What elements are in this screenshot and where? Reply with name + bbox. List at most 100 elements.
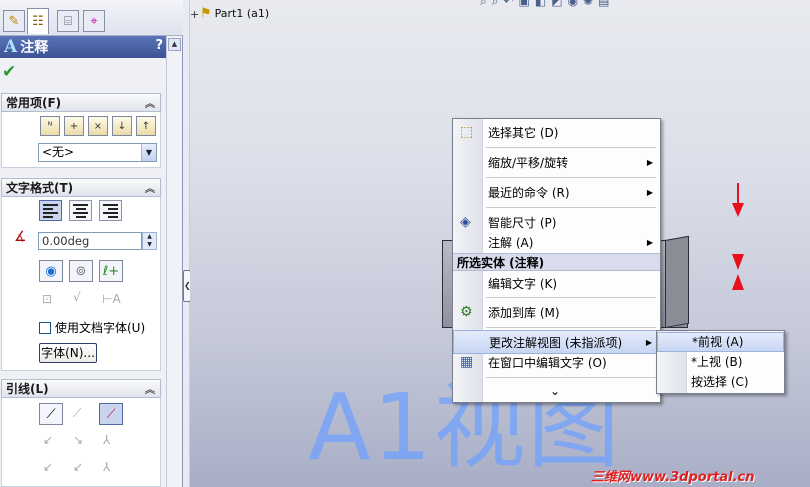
menu-item-label: 更改注解视图 (未指派项) xyxy=(489,335,623,350)
property-manager-tab[interactable]: ☷ xyxy=(27,8,49,34)
leader-bent-attach-icon: ↙ xyxy=(73,460,84,474)
previous-view-icon[interactable]: ↶ xyxy=(503,0,513,8)
collapse-icon[interactable]: ︽ xyxy=(145,381,155,396)
use-doc-font-label: 使用文档字体(U) xyxy=(55,321,146,335)
collapse-icon[interactable]: ︽ xyxy=(145,95,155,110)
delete-style-icon[interactable]: × xyxy=(88,116,108,136)
menu-separator xyxy=(486,207,656,208)
align-center-button[interactable] xyxy=(69,200,92,221)
panel-scrollbar[interactable]: ▲ xyxy=(166,36,182,487)
leader-underline-icon: ⅄ xyxy=(103,460,111,474)
submenu-item-front[interactable]: *前视 (A) xyxy=(657,332,784,352)
leader-straight-icon[interactable]: ⟋ xyxy=(39,403,63,425)
hide-show-icon[interactable]: ◉ xyxy=(568,0,578,8)
menu-item-annotations[interactable]: 注解 (A) ▶ xyxy=(453,230,660,254)
insert-hyperlink-icon[interactable]: ◉ xyxy=(39,260,63,282)
feature-tree-icon: ✎ xyxy=(8,13,20,29)
leader-left-icon: ↙ xyxy=(43,433,54,447)
zoom-fit-icon[interactable]: ⌕ xyxy=(480,0,487,8)
no-leader-icon[interactable]: ⟋ xyxy=(99,403,123,425)
section-leader-header[interactable]: 引线(L) ︽ xyxy=(1,379,161,398)
style-select-value: <无> xyxy=(42,145,75,159)
configuration-icon: ⌸ xyxy=(64,13,72,29)
part-icon: ⚑ xyxy=(200,6,212,21)
feature-manager-tab[interactable]: ✎ xyxy=(3,10,25,32)
add-symbol-icon[interactable]: ℓ+ xyxy=(99,260,123,282)
align-left-button[interactable] xyxy=(39,200,62,221)
chevron-down-icon: ⌄ xyxy=(550,384,561,398)
select-other-icon: ⬚ xyxy=(460,124,474,140)
use-doc-font-checkbox[interactable] xyxy=(39,321,51,334)
scroll-up-icon[interactable]: ▲ xyxy=(168,38,181,51)
lock-note-icon: ⊡ xyxy=(42,292,53,306)
dimxpert-manager-tab[interactable]: ⌖ xyxy=(83,10,105,32)
menu-item-edit-text-in-window[interactable]: ▦ 在窗口中编辑文字 (O) xyxy=(453,350,660,374)
menu-item-zoom-pan-rotate[interactable]: 缩放/平移/旋转 ▶ xyxy=(453,150,660,174)
submenu-arrow-icon: ▶ xyxy=(646,187,653,197)
arrow-down-icon xyxy=(732,183,744,217)
submenu-arrow-icon: ▶ xyxy=(646,157,653,167)
part-label: Part1 (a1) xyxy=(214,7,270,20)
ok-check-icon[interactable]: ✔ xyxy=(2,62,16,82)
help-button[interactable]: ? xyxy=(155,38,163,53)
vertical-resize-icon xyxy=(732,254,744,290)
submenu-arrow-icon: ▶ xyxy=(645,337,652,347)
display-style-icon[interactable]: ◩ xyxy=(551,0,562,8)
section-leader-label: 引线(L) xyxy=(6,382,49,396)
collapse-icon[interactable]: ︽ xyxy=(145,180,155,195)
view-toolbar: ⌕ ⌕ ↶ ▣ ◧ ◩ ◉ ✺ ▤ xyxy=(480,0,609,8)
use-doc-font-row[interactable]: 使用文档字体(U) xyxy=(39,319,145,336)
section-view-icon[interactable]: ▣ xyxy=(519,0,530,8)
menu-separator xyxy=(486,147,656,148)
style-select[interactable]: <无> ▼ xyxy=(38,143,157,162)
menu-item-add-to-library[interactable]: ⚙ 添加到库 (M) xyxy=(453,300,660,324)
link-property-icon[interactable]: ⊚ xyxy=(69,260,93,282)
section-text-format-header[interactable]: 文字格式(T) ︽ xyxy=(1,178,161,197)
property-manager-title: 注释 xyxy=(20,40,49,56)
configuration-manager-tab[interactable]: ⌸ xyxy=(57,10,79,32)
manager-tabs: ✎ ☷ ⌸ ⌖ xyxy=(0,0,183,36)
section-common-header[interactable]: 常用项(F) ︽ xyxy=(1,93,161,112)
align-right-button[interactable] xyxy=(99,200,122,221)
view-settings-icon[interactable]: ▤ xyxy=(598,0,609,8)
add-style-icon[interactable]: + xyxy=(64,116,84,136)
context-menu: ⬚ 选择其它 (D) 缩放/平移/旋转 ▶ 最近的命令 (R) ▶ ◈ 智能尺寸… xyxy=(452,118,661,403)
menu-expand-more[interactable]: ⌄ xyxy=(453,379,660,403)
add-to-library-icon: ⚙ xyxy=(460,304,473,320)
insert-gtol-icon: √ xyxy=(73,290,81,304)
panel-splitter[interactable]: ❮ xyxy=(183,0,191,487)
tree-expand-icon[interactable]: + xyxy=(190,8,199,21)
angle-spinner[interactable]: ▲ ▼ xyxy=(142,232,157,250)
apply-defaults-icon[interactable]: ᴺ xyxy=(40,116,60,136)
menu-separator xyxy=(486,177,656,178)
watermark: 三维网www.3dportal.cn xyxy=(591,470,755,485)
menu-item-label: 添加到库 (M) xyxy=(488,305,560,320)
menu-item-label: 选择其它 (D) xyxy=(488,125,559,140)
appearance-icon[interactable]: ✺ xyxy=(583,0,593,8)
leader-straight-attach-icon: ↙ xyxy=(43,460,54,474)
submenu-item-top[interactable]: *上视 (B) xyxy=(657,352,784,372)
leader-right-icon: ↘ xyxy=(73,433,84,447)
submenu-item-by-selection[interactable]: 按选择 (C) xyxy=(657,372,784,392)
menu-item-select-other[interactable]: ⬚ 选择其它 (D) xyxy=(453,120,660,144)
smart-dimension-icon: ◈ xyxy=(460,214,471,230)
zoom-area-icon[interactable]: ⌕ xyxy=(492,0,499,8)
property-icon: ☷ xyxy=(32,14,44,29)
menu-item-edit-text[interactable]: 编辑文字 (K) xyxy=(453,271,660,295)
property-manager-header: A 注释 ? xyxy=(0,36,167,58)
menu-item-recent-commands[interactable]: 最近的命令 (R) ▶ xyxy=(453,180,660,204)
save-style-icon[interactable]: ↓ xyxy=(112,116,132,136)
view-orientation-icon[interactable]: ◧ xyxy=(535,0,546,8)
load-style-icon[interactable]: ↑ xyxy=(136,116,156,136)
font-button[interactable]: 字体(N)... xyxy=(39,343,97,363)
angle-input[interactable]: 0.00deg xyxy=(38,232,142,250)
menu-item-label: 智能尺寸 (P) xyxy=(488,215,557,230)
feature-tree-part[interactable]: ⚑ Part1 (a1) xyxy=(200,6,269,21)
angle-value: 0.00deg xyxy=(42,234,90,248)
leader-nearest-icon: ⅄ xyxy=(103,433,111,447)
model-block-side xyxy=(665,235,689,328)
menu-item-label: 最近的命令 (R) xyxy=(488,185,570,200)
menu-separator xyxy=(486,377,656,378)
chevron-down-icon[interactable]: ▼ xyxy=(141,144,156,161)
section-common-label: 常用项(F) xyxy=(6,96,62,110)
